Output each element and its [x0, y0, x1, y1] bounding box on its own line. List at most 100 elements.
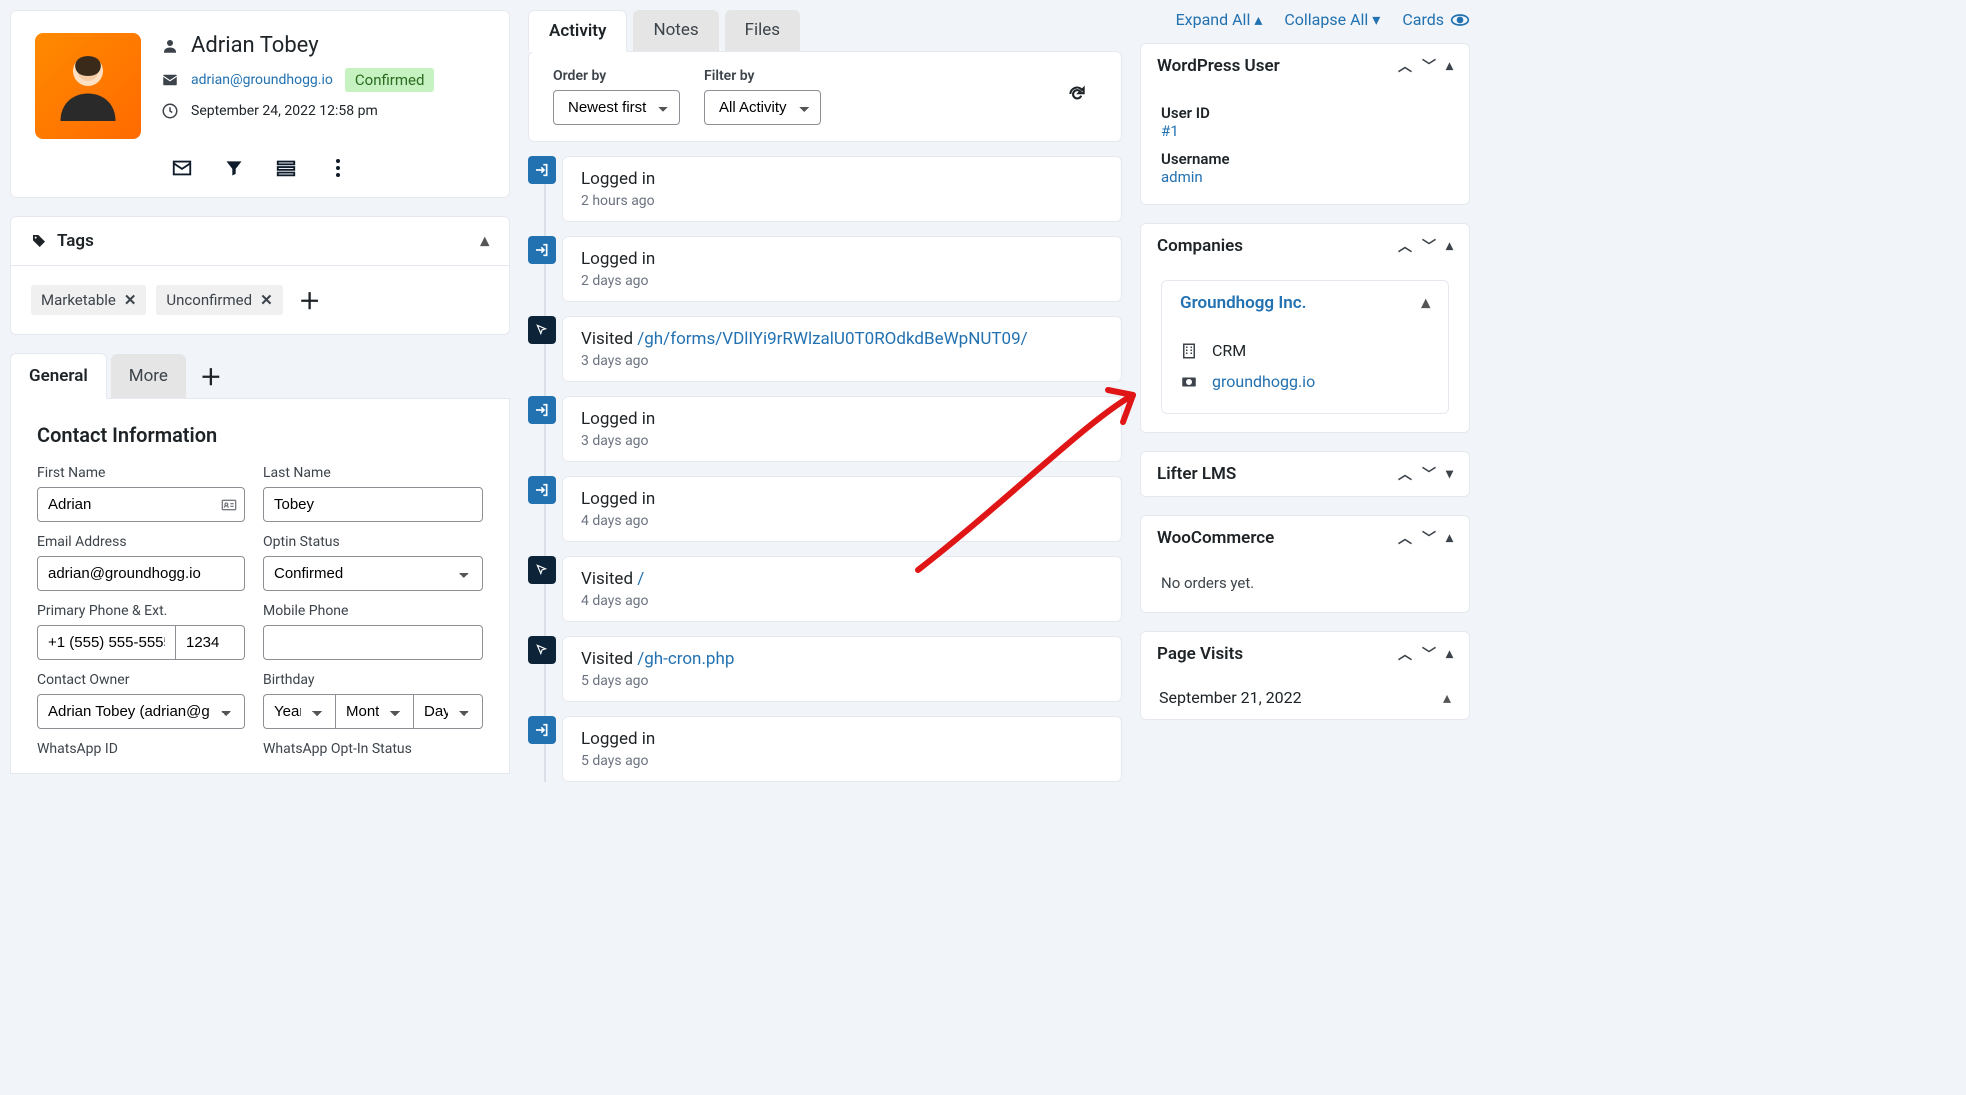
- timeline-url-link[interactable]: /gh/forms/VDlIYi9rRWlzalU0T0ROdkdBeWpNUT…: [637, 329, 1027, 349]
- send-email-icon[interactable]: [171, 157, 193, 179]
- timeline-item: Visited /gh/forms/VDlIYi9rRWlzalU0T0ROdk…: [562, 316, 1122, 382]
- contact-avatar: [35, 33, 141, 139]
- timeline-url-link[interactable]: /gh-cron.php: [637, 649, 734, 669]
- last-name-input[interactable]: [263, 487, 483, 522]
- chevron-down-icon[interactable]: ﹀: [1422, 528, 1436, 548]
- timeline-title: Logged in: [581, 489, 1103, 509]
- chevron-up-icon[interactable]: ︿: [1398, 56, 1412, 76]
- remove-tag-icon[interactable]: ✕: [260, 291, 273, 309]
- chevron-down-icon[interactable]: ﹀: [1422, 464, 1436, 484]
- tag-icon: [31, 233, 47, 249]
- company-site-link[interactable]: groundhogg.io: [1212, 372, 1315, 391]
- timeline-item: Logged in 2 hours ago: [562, 156, 1122, 222]
- tab-general[interactable]: General: [10, 353, 107, 399]
- timeline-meta: 4 days ago: [581, 513, 1103, 529]
- timeline-item: Visited /4 days ago: [562, 556, 1122, 622]
- woo-panel-header[interactable]: WooCommerce ︿﹀▴: [1141, 516, 1469, 560]
- collapse-all-button[interactable]: Collapse All ▾: [1284, 10, 1380, 29]
- caret-up-icon[interactable]: ▴: [1446, 238, 1453, 254]
- mobile-input[interactable]: [263, 625, 483, 660]
- login-icon: [528, 716, 556, 744]
- order-by-select[interactable]: Newest first: [553, 90, 680, 125]
- tab-more[interactable]: More: [111, 354, 186, 398]
- person-icon: [161, 37, 179, 55]
- tab-activity[interactable]: Activity: [528, 10, 627, 52]
- tab-files[interactable]: Files: [725, 10, 800, 51]
- refresh-icon[interactable]: [1067, 84, 1087, 110]
- email-label: Email Address: [37, 534, 245, 550]
- timeline-title: Visited /gh/forms/VDlIYi9rRWlzalU0T0ROdk…: [581, 329, 1103, 349]
- timeline-item: Logged in3 days ago: [562, 396, 1122, 462]
- last-name-label: Last Name: [263, 465, 483, 481]
- first-name-label: First Name: [37, 465, 245, 481]
- visit-icon: [528, 316, 556, 344]
- chevron-up-icon[interactable]: ︿: [1398, 528, 1412, 548]
- userid-link[interactable]: #1: [1161, 122, 1179, 140]
- birth-year-select[interactable]: Year: [263, 694, 335, 729]
- chevron-down-icon[interactable]: ﹀: [1422, 644, 1436, 664]
- contact-info-heading: Contact Information: [37, 423, 483, 447]
- timeline-item: Logged in5 days ago: [562, 716, 1122, 782]
- phone-ext-input[interactable]: [175, 625, 245, 660]
- timeline-item: Logged in 4 days ago: [562, 476, 1122, 542]
- caret-up-icon[interactable]: ▴: [1446, 58, 1453, 74]
- userid-label: User ID: [1161, 104, 1449, 122]
- caret-down-icon[interactable]: ▾: [1446, 466, 1453, 482]
- chevron-up-icon[interactable]: ︿: [1398, 464, 1412, 484]
- chevron-up-icon[interactable]: ︿: [1398, 644, 1412, 664]
- funnel-icon[interactable]: [223, 157, 245, 179]
- timeline-title: Logged in: [581, 169, 1103, 189]
- timeline-meta: 5 days ago: [581, 673, 1103, 689]
- caret-up-icon[interactable]: ▴: [1446, 530, 1453, 546]
- caret-up-icon: ▴: [1443, 688, 1451, 707]
- phone-label: Primary Phone & Ext.: [37, 603, 245, 619]
- more-menu-icon[interactable]: [327, 157, 349, 179]
- timeline-meta: 2 hours ago: [581, 193, 1103, 209]
- add-tag-button[interactable]: ＋: [293, 284, 327, 316]
- chevron-up-icon[interactable]: ︿: [1398, 236, 1412, 256]
- lifter-panel-header[interactable]: Lifter LMS ︿﹀▾: [1141, 452, 1469, 496]
- tag-chip[interactable]: Unconfirmed✕: [156, 285, 282, 315]
- expand-all-button[interactable]: Expand All ▴: [1176, 10, 1263, 29]
- phone-input[interactable]: [37, 625, 175, 660]
- caret-up-icon[interactable]: ▴: [1446, 646, 1453, 662]
- tab-notes[interactable]: Notes: [633, 10, 718, 51]
- cards-button[interactable]: Cards: [1402, 10, 1470, 29]
- timeline-url-link[interactable]: /: [637, 569, 644, 589]
- birth-month-select[interactable]: Mont: [335, 694, 413, 729]
- add-tab-button[interactable]: ＋: [186, 360, 236, 392]
- companies-panel-header[interactable]: Companies ︿﹀▴: [1141, 224, 1469, 268]
- contact-card-icon: [221, 498, 237, 512]
- timeline-item: Logged in2 days ago: [562, 236, 1122, 302]
- timeline-title: Logged in: [581, 249, 1103, 269]
- whatsapp-optin-label: WhatsApp Opt-In Status: [263, 741, 483, 757]
- first-name-input[interactable]: [37, 487, 245, 522]
- visit-icon: [528, 636, 556, 664]
- contact-email-link[interactable]: adrian@groundhogg.io: [191, 72, 333, 88]
- optin-select[interactable]: Confirmed: [263, 556, 483, 591]
- filter-by-select[interactable]: All Activity: [704, 90, 821, 125]
- email-input[interactable]: [37, 556, 245, 591]
- wp-user-panel-header[interactable]: WordPress User ︿﹀▴: [1141, 44, 1469, 88]
- globe-icon: [1180, 373, 1200, 391]
- caret-up-icon: ▴: [480, 231, 489, 251]
- tags-title: Tags: [57, 231, 94, 251]
- timeline-meta: 3 days ago: [581, 433, 1103, 449]
- owner-select[interactable]: Adrian Tobey (adrian@gro: [37, 694, 245, 729]
- company-item-header[interactable]: Groundhogg Inc.▴: [1162, 281, 1448, 325]
- chevron-down-icon[interactable]: ﹀: [1422, 56, 1436, 76]
- remove-tag-icon[interactable]: ✕: [124, 291, 137, 309]
- tag-chip[interactable]: Marketable✕: [31, 285, 146, 315]
- tags-section-header[interactable]: Tags ▴: [10, 216, 510, 266]
- caret-up-icon: ▴: [1421, 293, 1430, 313]
- visits-panel-header[interactable]: Page Visits ︿﹀▴: [1141, 632, 1469, 676]
- username-link[interactable]: admin: [1161, 168, 1203, 186]
- filter-by-label: Filter by: [704, 68, 821, 84]
- mobile-label: Mobile Phone: [263, 603, 483, 619]
- visits-date-row[interactable]: September 21, 2022▴: [1141, 676, 1469, 719]
- birth-day-select[interactable]: Day: [413, 694, 483, 729]
- list-icon[interactable]: [275, 157, 297, 179]
- timeline-item: Visited /gh-cron.php5 days ago: [562, 636, 1122, 702]
- chevron-down-icon[interactable]: ﹀: [1422, 236, 1436, 256]
- building-icon: [1180, 342, 1200, 360]
